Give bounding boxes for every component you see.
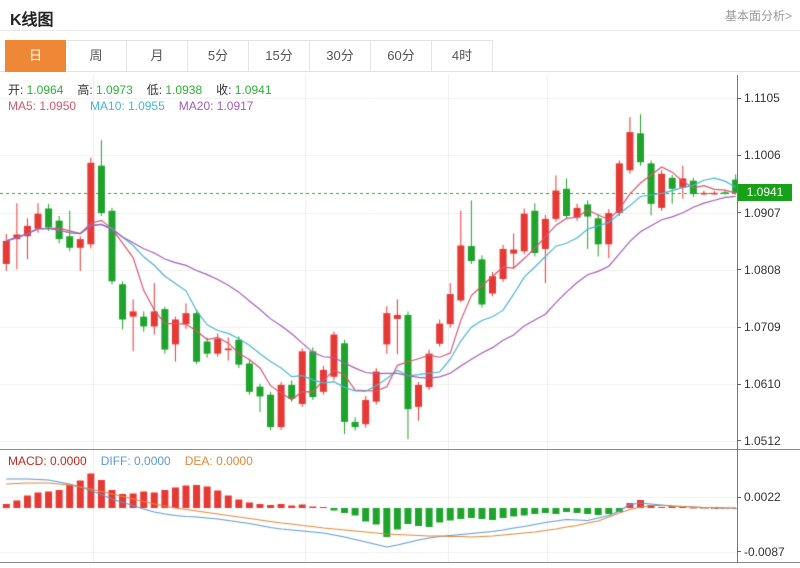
ohlc-legend: 开: 1.0964 高: 1.0973 低: 1.0938 收: 1.0941	[8, 81, 286, 98]
legend-item-0: MACD: 0.0000	[8, 454, 87, 468]
tab-interval-2[interactable]: 月	[127, 40, 188, 72]
tab-interval-4[interactable]: 15分	[249, 40, 310, 72]
macd-panel: MACD: 0.0000 DIFF: 0.0000 DEA: 0.0000	[0, 450, 800, 562]
price-axis-tick-4: 1.0709	[737, 320, 781, 334]
macd-axis-tick-1: -0.0087	[737, 545, 785, 559]
fundamental-analysis-link[interactable]: 基本面分析>	[725, 7, 792, 24]
price-axis-tick-5: 1.0610	[737, 377, 781, 391]
kline-page: K线图 基本面分析> 日周月 5分 15分 30分 60分 4时 开: 1.0964 高: …	[0, 0, 800, 568]
tab-interval-7[interactable]: 4时	[432, 40, 493, 72]
price-axis-tick-0: 1.1105	[737, 91, 780, 105]
panel-divider	[0, 449, 800, 450]
tab-interval-5[interactable]: 30分	[310, 40, 371, 72]
page-title: K线图	[10, 12, 54, 29]
price-axis-tick-1: 1.1006	[737, 148, 781, 162]
tab-interval-6[interactable]: 60分	[371, 40, 432, 72]
tick-dash	[737, 97, 741, 99]
price-axis-tick-2: 1.0907	[737, 206, 781, 220]
macd-axis-tick-0: 0.0022	[737, 490, 781, 504]
tick-dash	[737, 440, 741, 442]
tab-interval-3[interactable]: 5分	[188, 40, 249, 72]
main-chart-panel: 开: 1.0964 高: 1.0973 低: 1.0938 收: 1.0941 MA5…	[0, 75, 800, 450]
price-axis-tick-3: 1.0808	[737, 263, 781, 277]
legend-item-1: MA10: 1.0955	[90, 99, 165, 113]
last-price-badge: 1.0941	[738, 183, 792, 201]
header-divider	[0, 30, 800, 31]
legend-item-2: 低: 1.0938	[146, 83, 203, 97]
price-axis-tick-6: 1.0512	[737, 434, 781, 448]
tick-dash	[737, 212, 741, 214]
legend-item-3: 收: 1.0941	[216, 83, 272, 97]
tick-dash	[737, 383, 741, 385]
legend-item-0: 开: 1.0964	[8, 83, 64, 97]
legend-item-1: 高: 1.0973	[77, 83, 133, 97]
legend-item-1: DIFF: 0.0000	[100, 454, 171, 468]
tick-dash	[737, 551, 741, 552]
legend-item-2: DEA: 0.0000	[184, 454, 253, 468]
tab-interval-1[interactable]: 周	[66, 40, 127, 72]
bottom-border	[0, 562, 800, 563]
tab-interval-0[interactable]: 日	[5, 40, 66, 72]
legend-item-0: MA5: 1.0950	[8, 99, 77, 113]
ma-legend: MA5: 1.0950 MA10: 1.0955 MA20: 1.0917	[8, 99, 267, 113]
macd-legend: MACD: 0.0000 DIFF: 0.0000 DEA: 0.0000	[8, 454, 267, 468]
interval-tab-bar: 日周月 5分 15分 30分 60分 4时	[5, 40, 493, 72]
tick-dash	[737, 269, 741, 271]
tick-dash	[737, 326, 741, 328]
legend-item-2: MA20: 1.0917	[178, 99, 254, 113]
tick-dash	[737, 154, 741, 156]
tick-dash	[737, 496, 741, 498]
candlestick-chart-canvas[interactable]	[0, 75, 737, 450]
